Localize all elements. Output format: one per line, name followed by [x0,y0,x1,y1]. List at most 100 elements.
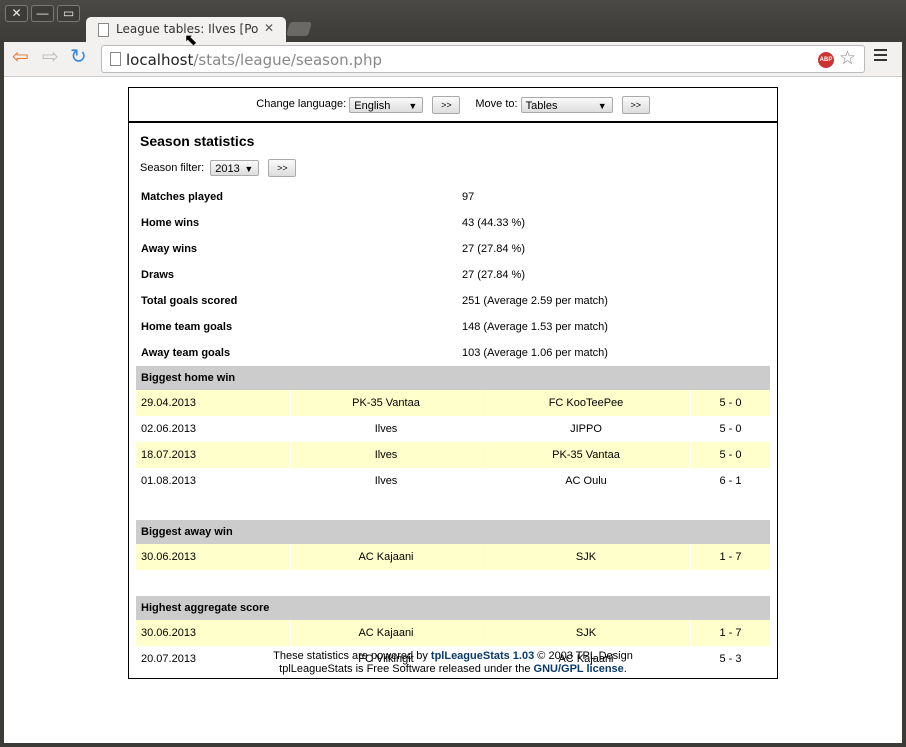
match-row: 02.06.2013 Ilves JIPPO 5 - 0 [136,416,770,442]
stat-label: Matches played [141,191,223,203]
match-date: 29.04.2013 [136,390,290,416]
stats-table: Matches played 97 Home wins 43 (44.33 %) Awa… [135,184,771,366]
dropdown-arrow-icon: ▼ [597,100,607,111]
stat-label: Away wins [141,243,198,255]
tab-close-icon[interactable]: ✕ [264,21,274,35]
stat-value: 97 [462,191,475,203]
season-filter-label: Season filter: [140,162,205,175]
home-team: Ilves [374,423,398,435]
stat-value: 43 (44.33 %) [462,217,525,229]
move-to-go-button[interactable]: >> [621,95,650,114]
section-spacer [136,570,770,596]
language-go-button[interactable]: >> [432,95,461,114]
section-title: Highest aggregate score [136,596,770,620]
maximize-window-button[interactable]: ▭ [57,5,80,22]
match-score: 1 - 7 [691,544,770,570]
mouse-cursor-icon: ⬉ [184,32,198,49]
home-team: Ilves [291,442,481,468]
stat-row: Draws 27 (27.84 %) [136,262,770,288]
match-score: 5 - 0 [691,390,770,416]
footer: These statistics are powered by tplLeagu… [273,650,633,675]
stat-value: 148 (Average 1.53 per match) [462,321,608,333]
match-score: 1 - 7 [691,620,770,646]
away-team: JIPPO [570,423,602,435]
section-spacer [136,494,770,520]
page-icon [98,23,109,37]
stat-row: Home wins 43 (44.33 %) [136,210,770,236]
home-team: Ilves [374,475,398,487]
url-path: /stats/league/season.php [193,51,382,69]
reload-icon[interactable]: ↻ [70,47,87,67]
match-date: 02.06.2013 [141,423,197,435]
stat-row: Away team goals 103 (Average 1.06 per mat… [136,340,770,366]
dropdown-arrow-icon: ▼ [408,100,418,111]
window-titlebar: ✕ — ▭ League tables: Ilves [Powe ✕ [0,0,906,42]
stat-value: 251 (Average 2.59 per match) [462,295,608,307]
stat-value: 27 (27.84 %) [462,269,525,281]
season-select[interactable]: 2013 ▼ [210,160,260,177]
match-date: 30.06.2013 [136,544,290,570]
away-team: SJK [482,620,690,646]
tplleaguestats-link[interactable]: tplLeagueStats 1.03 [431,650,534,662]
move-to-label: Move to: [475,98,518,110]
page-icon [110,52,121,66]
stat-row: Total goals scored 251 (Average 2.59 per … [136,288,770,314]
home-team: PK-35 Vantaa [291,390,481,416]
stat-row: Matches played 97 [136,184,770,210]
forward-arrow-icon[interactable]: ⇨ [42,47,59,67]
dropdown-arrow-icon: ▼ [244,164,254,175]
match-score: 5 - 0 [691,442,770,468]
section-title: Biggest away win [136,520,770,544]
browser-toolbar: ⇦ ⇨ ↻ localhost/stats/league/season.php … [4,42,902,77]
new-tab-button[interactable] [286,22,312,36]
stat-row: Away wins 27 (27.84 %) [136,236,770,262]
match-row: 30.06.2013 AC Kajaani SJK 1 - 7 [136,544,770,570]
match-score: 5 - 0 [719,423,742,435]
stat-label: Home wins [141,217,200,229]
match-date: 18.07.2013 [136,442,290,468]
home-team: AC Kajaani [291,544,481,570]
adblock-icon[interactable]: ABP [818,52,834,68]
stat-row: Home team goals 148 (Average 1.53 per mat… [136,314,770,340]
page-title: Season statistics [140,133,255,149]
season-filter: Season filter: 2013 ▼ >> [140,158,771,178]
top-navigation: Change language: English ▼ >> Move to: Ta… [129,88,777,123]
language-select[interactable]: English ▼ [349,96,424,113]
url-host: localhost [126,51,194,69]
stat-label: Total goals scored [141,295,238,307]
season-go-button[interactable]: >> [268,159,297,178]
stat-label: Draws [141,269,175,281]
away-team: SJK [482,544,690,570]
stats-container: Change language: English ▼ >> Move to: Ta… [128,87,778,679]
match-date: 30.06.2013 [136,620,290,646]
away-team: AC Oulu [565,475,607,487]
bookmark-star-icon[interactable]: ☆ [839,47,856,70]
match-row: 30.06.2013 AC Kajaani SJK 1 - 7 [136,620,770,646]
stat-value: 27 (27.84 %) [462,243,525,255]
close-window-button[interactable]: ✕ [5,5,28,22]
match-row: 18.07.2013 Ilves PK-35 Vantaa 5 - 0 [136,442,770,468]
section-header: Biggest away win [136,520,770,544]
back-arrow-icon[interactable]: ⇦ [12,47,29,67]
stat-value: 103 (Average 1.06 per match) [462,347,608,359]
match-row: 29.04.2013 PK-35 Vantaa FC KooTeePee 5 - 0 [136,390,770,416]
match-row: 01.08.2013 Ilves AC Oulu 6 - 1 [136,468,770,494]
move-to-select[interactable]: Tables ▼ [520,96,613,113]
stat-label: Away team goals [141,347,231,359]
minimize-window-button[interactable]: — [31,5,54,22]
match-score: 6 - 1 [719,475,742,487]
match-date: 01.08.2013 [141,475,197,487]
section-header: Biggest home win [136,366,770,390]
away-team: FC KooTeePee [482,390,690,416]
section-header: Highest aggregate score [136,596,770,620]
section-title: Biggest home win [136,366,770,390]
address-bar[interactable]: localhost/stats/league/season.php ABP ☆ [101,45,865,73]
page-viewport: Change language: English ▼ >> Move to: Ta… [4,77,902,743]
home-team: AC Kajaani [291,620,481,646]
stat-label: Home team goals [141,321,233,333]
results-table: Biggest home win 29.04.2013 PK-35 Vantaa FC… [135,366,771,672]
away-team: PK-35 Vantaa [482,442,690,468]
hamburger-menu-icon[interactable] [874,49,887,64]
gpl-license-link[interactable]: GNU/GPL license [534,663,624,675]
language-label: Change language: [256,98,347,110]
